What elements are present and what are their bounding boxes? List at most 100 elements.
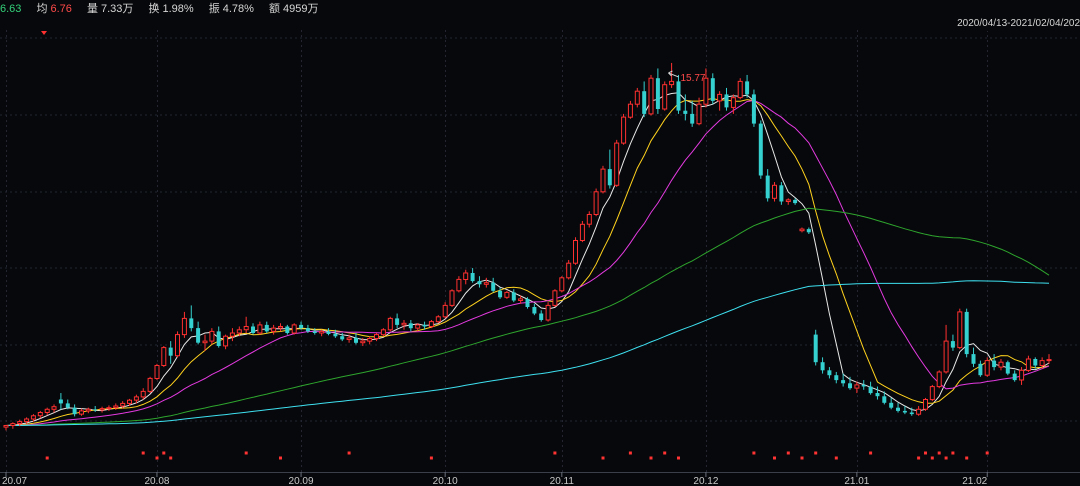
candle-31[interactable] <box>216 326 221 348</box>
candle-82[interactable] <box>566 259 572 280</box>
candle-62[interactable] <box>428 320 434 329</box>
candle-142[interactable] <box>978 360 983 377</box>
candle-24[interactable] <box>168 341 173 364</box>
candle-141[interactable] <box>971 347 976 368</box>
candle-78[interactable] <box>539 310 544 322</box>
candle-135[interactable] <box>929 384 935 402</box>
candle-66[interactable] <box>456 276 462 293</box>
candle-93[interactable] <box>642 81 647 118</box>
candle-95[interactable] <box>655 68 660 114</box>
candle-76[interactable] <box>525 297 530 309</box>
candle-64[interactable] <box>442 302 448 319</box>
candle-42[interactable] <box>291 323 297 335</box>
candle-30[interactable] <box>209 328 215 345</box>
candle-129[interactable] <box>889 397 894 410</box>
candle-21[interactable] <box>147 376 153 394</box>
candle-20[interactable] <box>140 388 146 400</box>
candle-58[interactable] <box>401 320 407 330</box>
candle-33[interactable] <box>229 328 235 342</box>
candle-0[interactable] <box>3 424 9 431</box>
candle-126[interactable] <box>868 381 873 395</box>
candle-69[interactable] <box>477 276 482 288</box>
candle-103[interactable] <box>710 73 715 105</box>
candle-124[interactable] <box>854 381 860 394</box>
candle-100[interactable] <box>690 100 695 127</box>
candle-112[interactable] <box>772 182 777 202</box>
candle-68[interactable] <box>470 268 475 283</box>
candle-108[interactable] <box>745 74 750 98</box>
candle-91[interactable] <box>627 100 633 119</box>
candle-13[interactable] <box>93 406 98 412</box>
candle-149[interactable] <box>1025 355 1031 372</box>
candle-25[interactable] <box>175 331 180 358</box>
candle-84[interactable] <box>579 221 585 243</box>
candle-83[interactable] <box>573 237 578 265</box>
candle-119[interactable] <box>820 357 825 374</box>
candle-96[interactable] <box>662 81 668 111</box>
candle-116[interactable] <box>799 227 805 233</box>
candle-114[interactable] <box>785 198 791 205</box>
candle-46[interactable] <box>319 329 325 337</box>
candle-125[interactable] <box>861 380 866 390</box>
candle-143[interactable] <box>984 357 990 377</box>
candle-73[interactable] <box>504 290 510 299</box>
candle-23[interactable] <box>161 345 167 368</box>
candle-133[interactable] <box>916 406 922 416</box>
candle-79[interactable] <box>545 302 551 322</box>
candle-117[interactable] <box>806 227 811 234</box>
candle-137[interactable] <box>943 324 949 374</box>
candle-11[interactable] <box>79 408 84 416</box>
candle-67[interactable] <box>463 269 469 285</box>
candle-127[interactable] <box>875 386 880 400</box>
candle-7[interactable] <box>51 404 57 413</box>
candle-40[interactable] <box>278 323 283 332</box>
candle-41[interactable] <box>285 324 290 335</box>
candlestick-chart[interactable]: 15.77 20.07 20.08 20.09 20.10 20.11 20.12 21.0… <box>0 0 1080 486</box>
candle-70[interactable] <box>483 277 489 288</box>
candle-144[interactable] <box>992 354 997 371</box>
candle-118[interactable] <box>813 329 818 366</box>
candle-130[interactable] <box>896 402 900 413</box>
candle-39[interactable] <box>271 324 277 335</box>
candle-104[interactable] <box>717 91 723 111</box>
candle-37[interactable] <box>257 321 263 335</box>
candle-71[interactable] <box>491 277 496 293</box>
candle-145[interactable] <box>998 358 1004 371</box>
candle-55[interactable] <box>380 328 386 337</box>
candle-47[interactable] <box>326 328 331 336</box>
candle-26[interactable] <box>181 311 187 338</box>
candle-6[interactable] <box>44 407 50 416</box>
candle-110[interactable] <box>758 120 763 179</box>
candle-10[interactable] <box>72 404 77 417</box>
kline-chart-panel[interactable]: 15.77 20.07 20.08 20.09 20.10 20.11 20.12 21.0… <box>0 0 1080 486</box>
candle-54[interactable] <box>374 333 379 342</box>
candle-113[interactable] <box>779 182 784 205</box>
candle-140[interactable] <box>964 308 969 358</box>
candle-90[interactable] <box>621 113 627 145</box>
candle-120[interactable] <box>827 367 832 379</box>
candle-27[interactable] <box>189 305 194 332</box>
candle-138[interactable] <box>950 334 955 351</box>
candle-36[interactable] <box>251 323 255 335</box>
candle-65[interactable] <box>449 289 455 308</box>
candle-146[interactable] <box>1005 360 1010 376</box>
candle-111[interactable] <box>765 169 770 202</box>
candle-5[interactable] <box>37 410 43 419</box>
candle-101[interactable] <box>696 97 702 126</box>
candle-86[interactable] <box>593 188 599 217</box>
candle-105[interactable] <box>724 87 729 111</box>
candle-14[interactable] <box>99 406 105 413</box>
candle-57[interactable] <box>395 313 400 329</box>
candle-147[interactable] <box>1012 370 1017 382</box>
candle-107[interactable] <box>737 78 743 100</box>
candle-29[interactable] <box>202 334 208 351</box>
candle-56[interactable] <box>387 316 393 332</box>
candle-8[interactable] <box>58 393 63 410</box>
candle-94[interactable] <box>648 74 654 116</box>
candle-109[interactable] <box>751 89 756 127</box>
candle-148[interactable] <box>1019 367 1025 385</box>
candle-89[interactable] <box>614 139 620 187</box>
candle-63[interactable] <box>435 315 441 324</box>
candle-81[interactable] <box>559 276 565 293</box>
candle-35[interactable] <box>243 316 249 333</box>
